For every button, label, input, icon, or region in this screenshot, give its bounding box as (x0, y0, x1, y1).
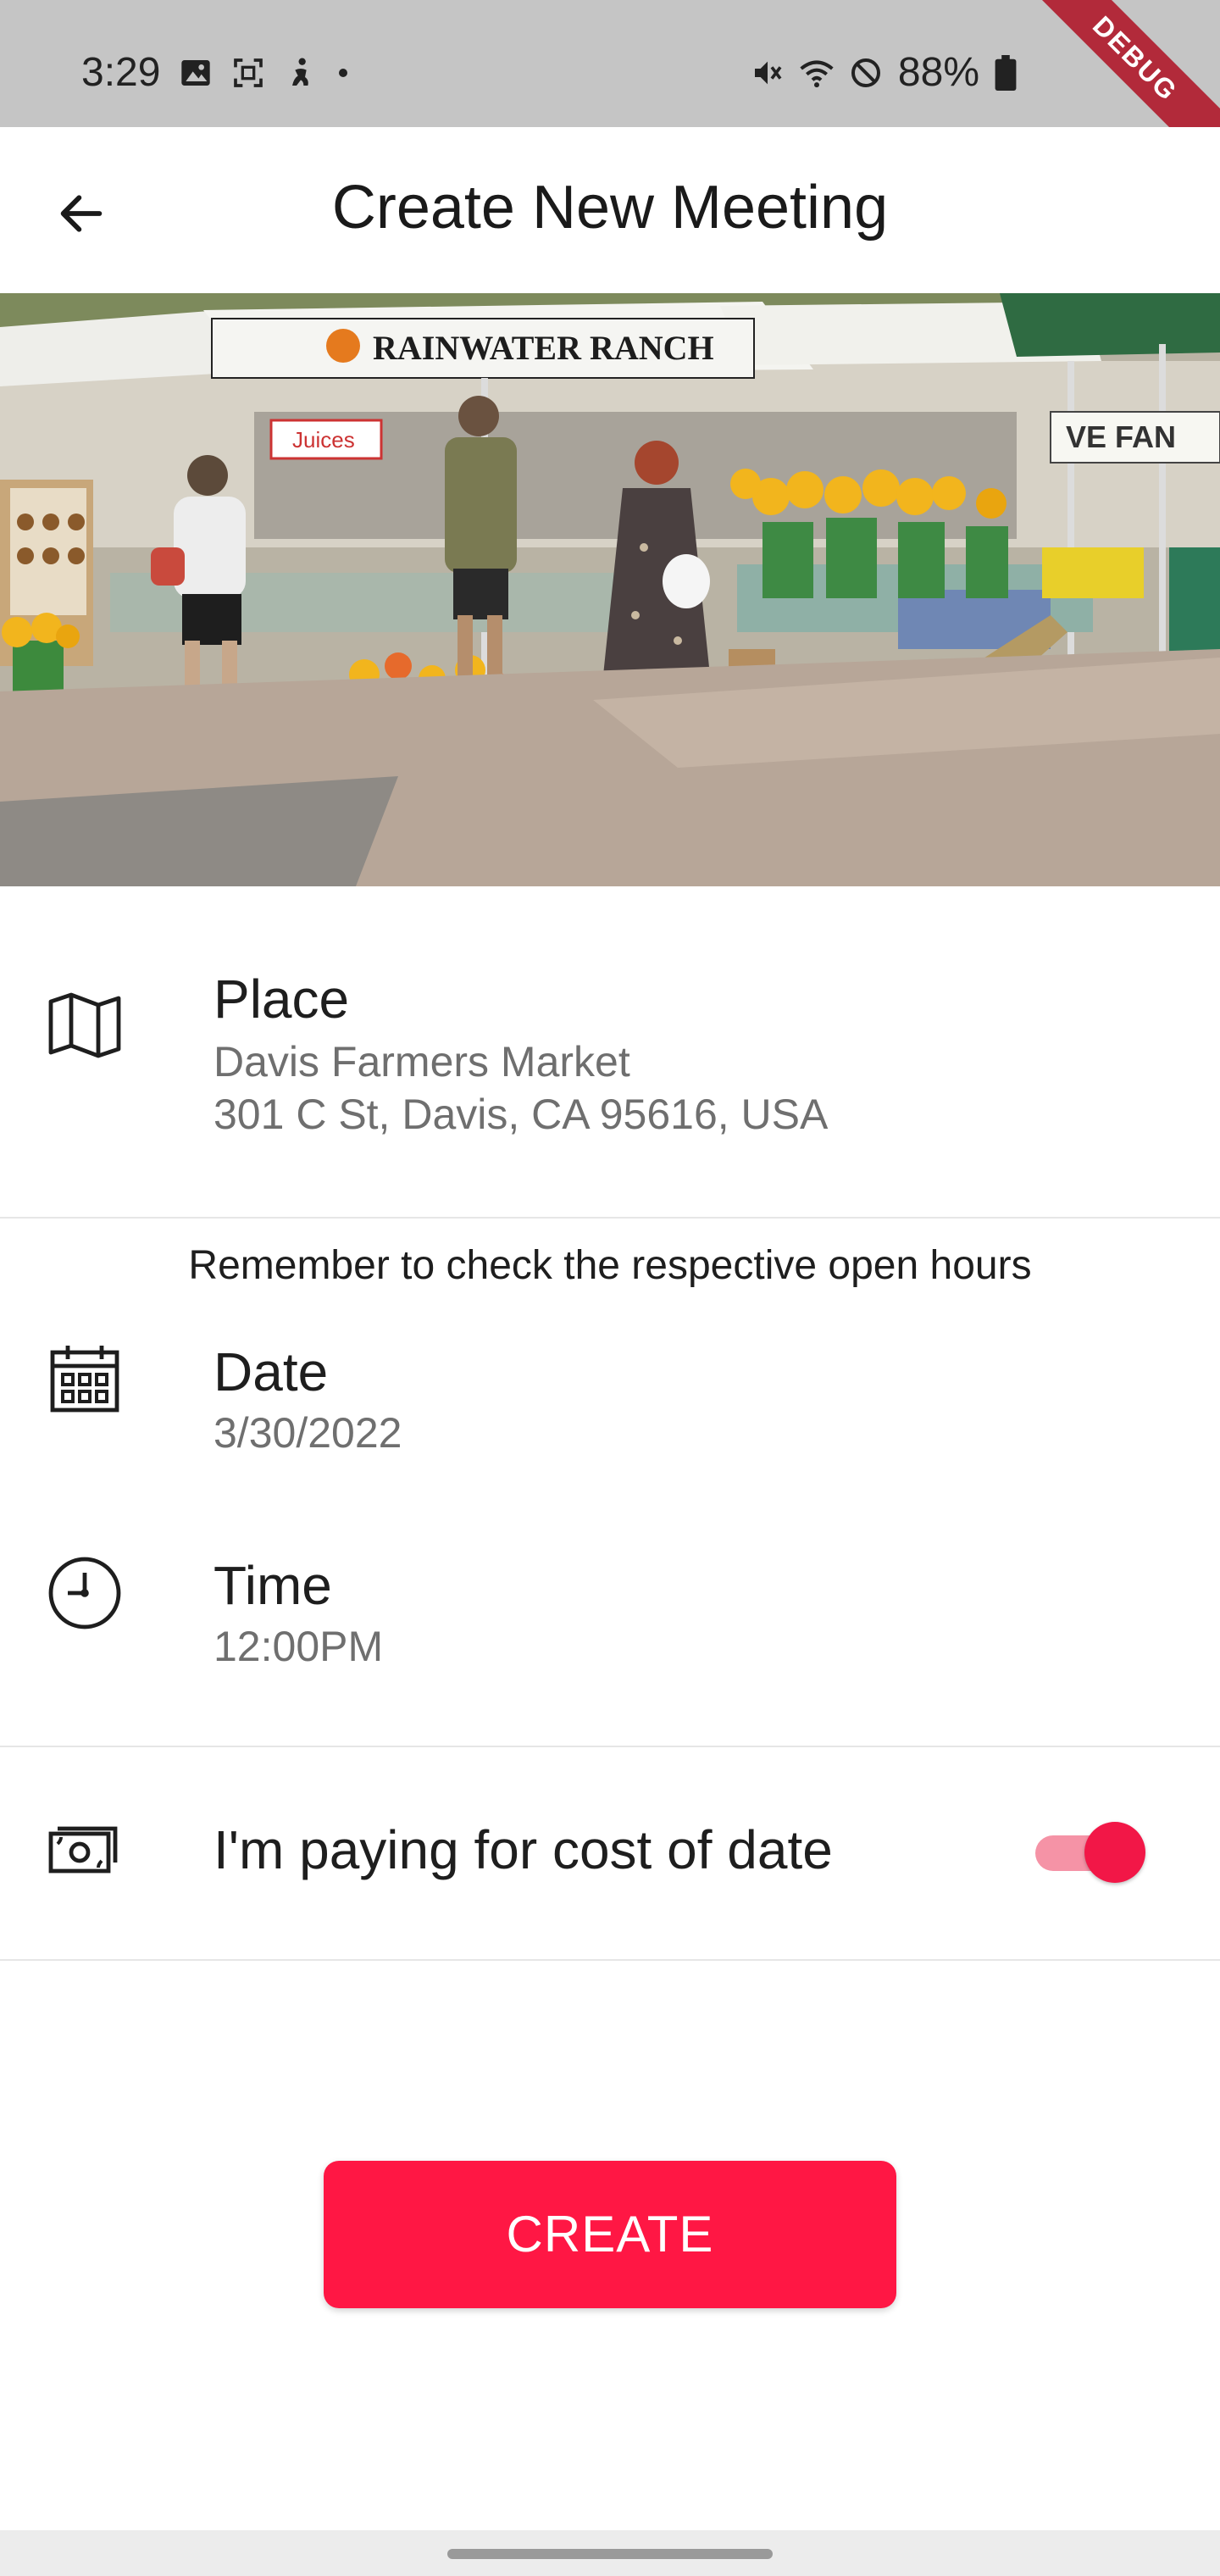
time-value: 12:00PM (214, 1623, 384, 1670)
juice-sign: Juices (292, 427, 355, 452)
home-indicator[interactable] (447, 2549, 773, 2559)
clock-icon (48, 1557, 121, 1629)
divider (0, 1217, 1220, 1219)
page-title: Create New Meeting (331, 174, 889, 242)
create-meeting-screen: 3:29 88% DEBUG Create New Meeting RAINWA… (0, 0, 1220, 2576)
time-row[interactable]: Time 12:00PM (0, 1535, 1220, 1705)
battery-icon (995, 54, 1017, 91)
status-left: 3:29 (81, 49, 350, 96)
system-nav-bar (0, 2530, 1220, 2576)
date-value: 3/30/2022 (214, 1409, 402, 1457)
open-hours-note: Remember to check the respective open ho… (188, 1243, 1032, 1288)
accessibility-icon (292, 58, 309, 86)
create-button[interactable]: CREATE (324, 2161, 896, 2308)
do-not-disturb-icon (851, 58, 880, 87)
toggle-thumb (1084, 1822, 1145, 1883)
image-icon (181, 59, 211, 86)
money-icon (48, 1826, 118, 1874)
status-bar: 3:29 88% DEBUG (0, 0, 1220, 202)
time-title: Time (214, 1555, 332, 1616)
calendar-icon (50, 1346, 119, 1413)
mute-icon (754, 61, 782, 84)
status-right: 88% (751, 49, 1017, 96)
date-row[interactable]: Date 3/30/2022 (0, 1322, 1220, 1491)
place-address: 301 C St, Davis, CA 95616, USA (214, 1091, 829, 1138)
status-time: 3:29 (81, 50, 161, 95)
place-name: Davis Farmers Market (214, 1038, 630, 1085)
place-photo: RAINWATER RANCH Juices VE FAN (0, 293, 1220, 886)
place-title: Place (214, 969, 350, 1030)
date-title: Date (214, 1341, 329, 1402)
banner-text: RAINWATER RANCH (373, 329, 714, 367)
payment-label: I'm paying for cost of date (214, 1819, 833, 1880)
battery-percent: 88% (897, 50, 979, 95)
farmers-market-image: RAINWATER RANCH Juices VE FAN (0, 293, 1220, 886)
app-bar: Create New Meeting (0, 127, 1220, 295)
pay-toggle[interactable] (1035, 1822, 1145, 1883)
screenshot-icon (234, 58, 263, 87)
map-icon (48, 992, 121, 1058)
right-sign: VE FAN (1066, 419, 1176, 454)
divider (0, 1959, 1220, 1961)
wifi-icon (800, 60, 834, 87)
dot-icon (339, 68, 348, 77)
place-row[interactable]: Place Davis Farmers Market 301 C St, Dav… (0, 886, 1220, 1217)
